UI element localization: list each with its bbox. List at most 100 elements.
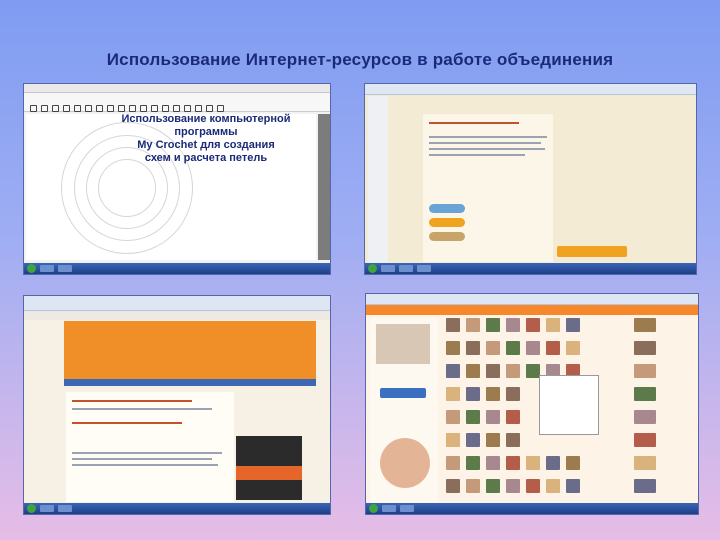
stitch-tool-icon[interactable] bbox=[74, 105, 81, 112]
text-line bbox=[72, 452, 222, 454]
stitch-tool-icon[interactable] bbox=[217, 105, 224, 112]
photo-thumbnail[interactable] bbox=[486, 479, 500, 493]
photo-thumbnail[interactable] bbox=[506, 318, 520, 332]
photo-thumbnail[interactable] bbox=[446, 410, 460, 424]
photo-thumbnail[interactable] bbox=[634, 479, 656, 493]
stitch-tool-icon[interactable] bbox=[41, 105, 48, 112]
photo-thumbnail[interactable] bbox=[446, 364, 460, 378]
photo-thumbnail[interactable] bbox=[466, 364, 480, 378]
photo-thumbnail[interactable] bbox=[506, 456, 520, 470]
photo-thumbnail[interactable] bbox=[486, 341, 500, 355]
photo-thumbnail[interactable] bbox=[446, 433, 460, 447]
stitch-tool-icon[interactable] bbox=[129, 105, 136, 112]
photo-thumbnail[interactable] bbox=[466, 318, 480, 332]
stitch-tool-icon[interactable] bbox=[118, 105, 125, 112]
blue-button[interactable] bbox=[380, 388, 426, 398]
stitch-tool-icon[interactable] bbox=[162, 105, 169, 112]
text-line bbox=[429, 136, 547, 138]
taskbar-button bbox=[58, 505, 72, 512]
photo-thumbnail[interactable] bbox=[466, 410, 480, 424]
browser-chrome bbox=[24, 296, 330, 311]
photo-thumbnail[interactable] bbox=[526, 318, 540, 332]
photo-thumbnail[interactable] bbox=[546, 456, 560, 470]
taskbar-button bbox=[399, 265, 413, 272]
photo-thumbnail[interactable] bbox=[634, 456, 656, 470]
photo-thumbnail[interactable] bbox=[634, 364, 656, 378]
browser-chrome bbox=[365, 84, 696, 95]
photo-thumbnail[interactable] bbox=[486, 433, 500, 447]
photo-thumbnail[interactable] bbox=[546, 479, 560, 493]
photo-thumbnail[interactable] bbox=[486, 456, 500, 470]
photo-thumbnail[interactable] bbox=[634, 387, 656, 401]
photo-thumbnail[interactable] bbox=[486, 410, 500, 424]
crochet-blog-browser-screenshot bbox=[24, 296, 330, 514]
photo-popup bbox=[540, 376, 598, 434]
photo-thumbnail[interactable] bbox=[634, 341, 656, 355]
photo-thumbnail[interactable] bbox=[506, 479, 520, 493]
taskbar bbox=[24, 263, 330, 274]
stitch-tool-icon[interactable] bbox=[206, 105, 213, 112]
photo-thumbnail[interactable] bbox=[506, 433, 520, 447]
photo-thumbnail[interactable] bbox=[446, 456, 460, 470]
photo-thumbnail[interactable] bbox=[446, 387, 460, 401]
text-line bbox=[72, 408, 212, 410]
start-icon bbox=[27, 504, 36, 513]
social-network-photos-screenshot bbox=[366, 294, 698, 514]
stitch-tool-icon[interactable] bbox=[30, 105, 37, 112]
photo-thumbnail[interactable] bbox=[566, 318, 580, 332]
blog-post bbox=[66, 392, 234, 502]
photo-thumbnail[interactable] bbox=[486, 387, 500, 401]
photo-thumbnail[interactable] bbox=[466, 479, 480, 493]
stitch-tool-icon[interactable] bbox=[63, 105, 70, 112]
photo-thumbnail[interactable] bbox=[466, 387, 480, 401]
photo-thumbnail[interactable] bbox=[466, 433, 480, 447]
photo-thumbnail[interactable] bbox=[506, 341, 520, 355]
photo-thumbnail[interactable] bbox=[446, 341, 460, 355]
face-photo[interactable] bbox=[380, 438, 430, 488]
photo-thumbnail[interactable] bbox=[486, 364, 500, 378]
stitch-tool-icon[interactable] bbox=[96, 105, 103, 112]
photo-thumbnail[interactable] bbox=[506, 410, 520, 424]
photo-thumbnail[interactable] bbox=[446, 318, 460, 332]
photo-thumbnail[interactable] bbox=[566, 479, 580, 493]
stitch-tool-icon[interactable] bbox=[195, 105, 202, 112]
orange-button[interactable] bbox=[557, 246, 627, 257]
photo-thumbnail[interactable] bbox=[506, 364, 520, 378]
photo-thumbnail[interactable] bbox=[566, 341, 580, 355]
stitch-tool-icon[interactable] bbox=[151, 105, 158, 112]
stitch-tool-icon[interactable] bbox=[107, 105, 114, 112]
caption-line: схем и расчета петель bbox=[144, 152, 268, 164]
stitch-tool-icon[interactable] bbox=[140, 105, 147, 112]
photo-thumbnail[interactable] bbox=[446, 479, 460, 493]
lesson-heading bbox=[429, 122, 519, 124]
post-link[interactable] bbox=[72, 422, 182, 424]
blog-banner bbox=[64, 321, 316, 379]
profile-photo[interactable] bbox=[376, 324, 430, 364]
photo-thumbnail[interactable] bbox=[526, 479, 540, 493]
stitch-tool-icon[interactable] bbox=[184, 105, 191, 112]
taskbar-button bbox=[417, 265, 431, 272]
photo-thumbnail[interactable] bbox=[526, 456, 540, 470]
start-icon bbox=[368, 264, 377, 273]
left-panel bbox=[368, 96, 388, 264]
taskbar-button bbox=[381, 265, 395, 272]
post-link[interactable] bbox=[72, 400, 192, 402]
photo-thumbnail[interactable] bbox=[634, 433, 656, 447]
photo-thumbnail[interactable] bbox=[546, 318, 560, 332]
photo-thumbnail[interactable] bbox=[466, 456, 480, 470]
stitch-tool-icon[interactable] bbox=[85, 105, 92, 112]
photo-thumbnail[interactable] bbox=[526, 364, 540, 378]
stitch-tool-icon[interactable] bbox=[52, 105, 59, 112]
knit-sample bbox=[429, 218, 465, 227]
photo-thumbnail[interactable] bbox=[566, 456, 580, 470]
photo-thumbnail[interactable] bbox=[506, 387, 520, 401]
photo-thumbnail[interactable] bbox=[526, 341, 540, 355]
stitch-tool-icon[interactable] bbox=[173, 105, 180, 112]
photo-thumbnail[interactable] bbox=[634, 318, 656, 332]
photo-thumbnail[interactable] bbox=[466, 341, 480, 355]
photo-thumbnail[interactable] bbox=[486, 318, 500, 332]
site-nav bbox=[24, 311, 330, 320]
start-icon bbox=[27, 264, 36, 273]
photo-thumbnail[interactable] bbox=[634, 410, 656, 424]
photo-thumbnail[interactable] bbox=[546, 341, 560, 355]
